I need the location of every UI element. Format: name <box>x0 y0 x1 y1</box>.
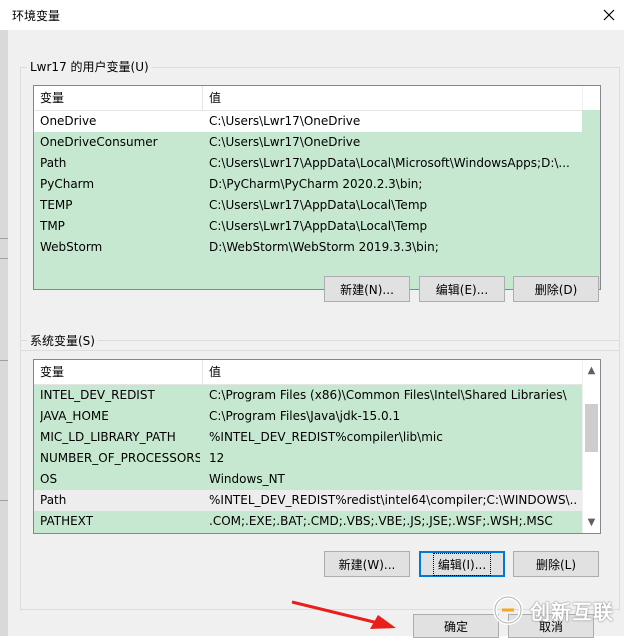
table-row[interactable]: OneDriveConsumer C:\Users\Lwr17\OneDrive <box>34 132 582 153</box>
column-header-variable[interactable]: 变量 <box>34 86 203 110</box>
background-window-edge <box>0 30 8 636</box>
system-vars-list[interactable]: 变量 值 INTEL_DEV_REDIST C:\Program Files (x… <box>33 359 601 534</box>
table-row[interactable]: OneDrive C:\Users\Lwr17\OneDrive <box>34 111 582 132</box>
variable-name-cell: Path <box>40 493 67 507</box>
system-vars-scrollbar[interactable]: ▲ ▼ <box>582 360 600 533</box>
table-row[interactable]: WebStorm D:\WebStorm\WebStorm 2019.3.3\bi… <box>34 237 582 258</box>
variable-name-cell: PyCharm <box>40 177 95 191</box>
watermark-logo-icon <box>493 595 523 625</box>
table-row[interactable]: TMP C:\Users\Lwr17\AppData\Local\Temp <box>34 216 582 237</box>
user-vars-header: 变量 值 <box>34 86 582 111</box>
user-delete-button[interactable]: 删除(D) <box>513 276 599 302</box>
table-row[interactable]: Path %INTEL_DEV_REDIST%redist\intel64\com… <box>34 490 582 511</box>
variable-name-cell: OneDriveConsumer <box>40 135 158 149</box>
column-header-value[interactable]: 值 <box>203 360 582 384</box>
table-row[interactable]: TEMP C:\Users\Lwr17\AppData\Local\Temp <box>34 195 582 216</box>
variable-name-cell: INTEL_DEV_REDIST <box>40 388 155 402</box>
variable-value-cell: C:\Users\Lwr17\OneDrive <box>209 114 361 128</box>
variable-value-cell: C:\Program Files (x86)\Common Files\Inte… <box>209 388 567 402</box>
annotation-arrow-icon <box>291 600 396 629</box>
variable-name-cell: PATHEXT <box>40 514 94 528</box>
system-vars-header: 变量 值 <box>34 360 582 385</box>
variable-value-cell: C:\Users\Lwr17\AppData\Local\Temp <box>209 198 428 212</box>
user-vars-group-label: Lwr17 的用户变量(U) <box>27 58 152 75</box>
column-header-value[interactable]: 值 <box>203 86 582 110</box>
column-header-variable[interactable]: 变量 <box>34 360 203 384</box>
dialog-body: Lwr17 的用户变量(U) 变量 值 OneDrive C:\Users\Lwr… <box>8 30 624 638</box>
table-row[interactable]: MIC_LD_LIBRARY_PATH %INTEL_DEV_REDIST%com… <box>34 427 582 448</box>
variable-name-cell: WebStorm <box>40 240 103 254</box>
table-row[interactable]: OS Windows_NT <box>34 469 582 490</box>
table-row[interactable]: PyCharm D:\PyCharm\PyCharm 2020.2.3\bin; <box>34 174 582 195</box>
variable-name-cell: NUMBER_OF_PROCESSORS <box>40 451 200 465</box>
user-edit-button[interactable]: 编辑(E)... <box>419 276 505 302</box>
variable-value-cell: %INTEL_DEV_REDIST%redist\intel64\compile… <box>209 493 577 507</box>
variable-name-cell: TEMP <box>40 198 73 212</box>
system-delete-button[interactable]: 删除(L) <box>513 551 599 577</box>
table-row[interactable]: PATHEXT .COM;.EXE;.BAT;.CMD;.VBS;.VBE;.JS… <box>34 511 582 532</box>
variable-value-cell: 12 <box>209 451 225 465</box>
table-row[interactable]: NUMBER_OF_PROCESSORS 12 <box>34 448 582 469</box>
user-new-button[interactable]: 新建(N)... <box>324 276 410 302</box>
title-bar: 环境变量 <box>0 0 632 30</box>
system-new-button[interactable]: 新建(W)... <box>324 551 410 577</box>
watermark: 创新互联 <box>492 590 628 630</box>
variable-name-cell: MIC_LD_LIBRARY_PATH <box>40 430 176 444</box>
scroll-down-icon[interactable]: ▼ <box>583 514 600 531</box>
variable-name-cell: OS <box>40 472 58 486</box>
window-title: 环境变量 <box>12 9 61 23</box>
table-row[interactable]: JAVA_HOME C:\Program Files\Java\jdk-15.0.… <box>34 406 582 427</box>
user-vars-scrollbar[interactable] <box>582 86 600 110</box>
close-button[interactable] <box>586 0 632 30</box>
variable-name-cell: Path <box>40 156 67 170</box>
system-edit-button[interactable]: 编辑(I)... <box>419 551 505 577</box>
variable-value-cell: D:\PyCharm\PyCharm 2020.2.3\bin; <box>209 177 423 191</box>
system-vars-group-label: 系统变量(S) <box>27 332 98 349</box>
variable-name-cell: OneDrive <box>40 114 97 128</box>
variable-name-cell: TMP <box>40 219 65 233</box>
variable-value-cell: Windows_NT <box>209 472 285 486</box>
variable-name-cell: JAVA_HOME <box>40 409 109 423</box>
variable-value-cell: .COM;.EXE;.BAT;.CMD;.VBS;.VBE;.JS;.JSE;.… <box>209 514 553 528</box>
variable-value-cell: D:\WebStorm\WebStorm 2019.3.3\bin; <box>209 240 439 254</box>
variable-value-cell: C:\Users\Lwr17\AppData\Local\Temp <box>209 219 428 233</box>
system-edit-button-label: 编辑(I)... <box>432 552 492 576</box>
user-vars-list[interactable]: 变量 值 OneDrive C:\Users\Lwr17\OneDrive OneD… <box>33 85 601 290</box>
close-icon <box>603 9 615 21</box>
scroll-thumb[interactable] <box>585 404 598 452</box>
variable-value-cell: %INTEL_DEV_REDIST%compiler\lib\mic <box>209 430 443 444</box>
table-row[interactable]: INTEL_DEV_REDIST C:\Program Files (x86)\C… <box>34 385 582 406</box>
scroll-up-icon[interactable]: ▲ <box>583 362 600 379</box>
ok-button[interactable]: 确定 <box>413 614 499 638</box>
table-row[interactable]: Path C:\Users\Lwr17\AppData\Local\Microso… <box>34 153 582 174</box>
variable-value-cell: C:\Users\Lwr17\AppData\Local\Microsoft\W… <box>209 156 570 170</box>
variable-value-cell: C:\Program Files\Java\jdk-15.0.1 <box>209 409 401 423</box>
watermark-text: 创新互联 <box>530 599 614 624</box>
variable-value-cell: C:\Users\Lwr17\OneDrive <box>209 135 361 149</box>
